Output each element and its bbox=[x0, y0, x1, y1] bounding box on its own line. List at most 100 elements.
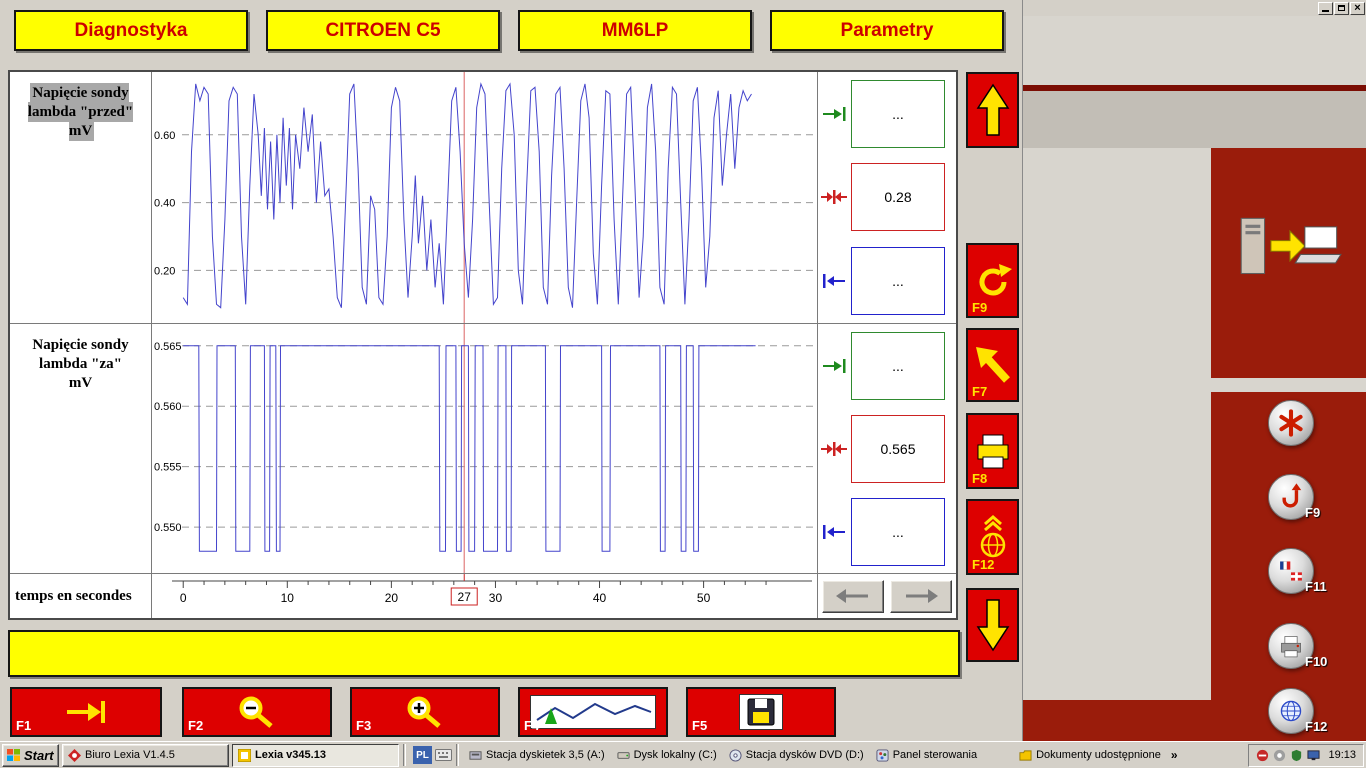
security-icon[interactable] bbox=[1256, 749, 1269, 762]
asterisk-icon bbox=[1276, 408, 1306, 438]
shield-icon[interactable] bbox=[1290, 749, 1303, 762]
zoom-in-icon bbox=[402, 695, 448, 729]
toolbar-item-shared-docs[interactable]: Dokumenty udostępnione bbox=[1013, 744, 1167, 767]
svg-text:0.60: 0.60 bbox=[154, 130, 175, 142]
graph-icon bbox=[533, 698, 653, 726]
keyboard-icon[interactable] bbox=[435, 749, 452, 761]
chart-label-przed: Napięcie sondy lambda "przed" mV bbox=[10, 72, 152, 324]
toolbar-item-disk-c[interactable]: Dysk lokalny (C:) bbox=[611, 744, 723, 767]
close-button[interactable]: × bbox=[1350, 2, 1365, 15]
header-button-parametry[interactable]: Parametry bbox=[770, 10, 1004, 51]
svg-text:0.560: 0.560 bbox=[154, 401, 182, 413]
cursor-to-start-icon bbox=[821, 273, 847, 289]
toolbar-item-control-panel[interactable]: Panel sterowania bbox=[870, 744, 983, 767]
hard-drive-icon bbox=[617, 749, 630, 762]
toolbar-overflow-button[interactable]: » bbox=[1167, 748, 1182, 762]
header-button-vehicle[interactable]: CITROEN C5 bbox=[266, 10, 500, 51]
globe-up-icon bbox=[972, 514, 1014, 560]
fkey-f2-zoom-out[interactable]: F2 bbox=[182, 687, 332, 737]
cursor-to-start-icon bbox=[821, 524, 847, 540]
system-tray: 19:13 bbox=[1248, 744, 1364, 767]
time-axis-label: temps en secondes bbox=[10, 574, 152, 618]
language-indicator[interactable]: PL bbox=[413, 746, 432, 764]
printer-icon bbox=[972, 430, 1014, 472]
chart-label-przed-text: Napięcie sondy lambda "przed" mV bbox=[28, 85, 133, 139]
oscilloscope-plot-przed[interactable]: 0.60 0.40 0.20 bbox=[152, 72, 818, 324]
lexia-app-window: Diagnostyka CITROEN C5 MM6LP Parametry N… bbox=[0, 0, 1022, 740]
message-bar bbox=[8, 630, 960, 677]
titlebar: × bbox=[1023, 0, 1366, 16]
svg-text:0.565: 0.565 bbox=[154, 341, 182, 353]
floppy-drive-icon bbox=[469, 749, 482, 762]
readout-column-za: ... 0.565 ... bbox=[818, 324, 956, 574]
svg-text:0.40: 0.40 bbox=[154, 198, 175, 210]
step-to-cursor-icon bbox=[64, 699, 108, 725]
svg-text:27: 27 bbox=[458, 590, 472, 604]
screen: Diagnostyka CITROEN C5 MM6LP Parametry N… bbox=[0, 0, 1366, 768]
refresh-icon bbox=[973, 260, 1013, 302]
svg-text:0.555: 0.555 bbox=[154, 462, 182, 474]
oscilloscope-plot-za[interactable]: 0.565 0.560 0.555 0.550 bbox=[152, 324, 818, 574]
scale-button-f7[interactable]: F7 bbox=[966, 328, 1019, 402]
arrow-upleft-icon bbox=[973, 344, 1013, 386]
toolbar-item-floppy[interactable]: Stacja dyskietek 3,5 (A:) bbox=[463, 744, 611, 767]
scroll-down-button[interactable] bbox=[966, 588, 1019, 662]
print-button-f8[interactable]: F8 bbox=[966, 413, 1019, 489]
restore-button[interactable] bbox=[1334, 2, 1349, 15]
task-button-lexia[interactable]: Lexia v345.13 bbox=[232, 744, 399, 767]
undo-icon bbox=[1276, 482, 1306, 512]
header-button-diagnostyka[interactable]: Diagnostyka bbox=[14, 10, 248, 51]
readout-cursor-za: 0.565 bbox=[851, 415, 945, 483]
fkey-f1-step[interactable]: F1 bbox=[10, 687, 162, 737]
shared-folder-icon bbox=[1019, 749, 1032, 762]
readout-end-przed: ... bbox=[851, 80, 945, 148]
dvd-drive-icon bbox=[729, 749, 742, 762]
readout-start-przed: ... bbox=[851, 247, 945, 315]
scroll-right-button[interactable] bbox=[890, 580, 952, 613]
cursor-to-end-icon bbox=[821, 358, 847, 374]
fkey-f5-save[interactable]: F5 bbox=[686, 687, 836, 737]
taskbar-divider bbox=[456, 744, 459, 766]
svg-text:0.550: 0.550 bbox=[154, 522, 182, 534]
task-button-biuro-lexia[interactable]: Biuro Lexia V1.4.5 bbox=[62, 744, 229, 767]
pc-transfer-icon[interactable] bbox=[1235, 212, 1345, 282]
display-icon[interactable] bbox=[1307, 749, 1320, 762]
fkey-f4-graph[interactable]: F4 bbox=[518, 687, 668, 737]
svg-text:0.20: 0.20 bbox=[154, 265, 175, 277]
control-panel-icon bbox=[876, 749, 889, 762]
arrow-up-icon bbox=[975, 81, 1011, 139]
minimize-button[interactable] bbox=[1318, 2, 1333, 15]
start-button[interactable]: Start bbox=[2, 744, 59, 767]
global-test-button-f12[interactable]: F12 bbox=[966, 499, 1019, 575]
arrow-down-icon bbox=[975, 596, 1011, 654]
toolbar-item-dvd[interactable]: Stacja dysków DVD (D:) bbox=[723, 744, 870, 767]
readout-column-przed: ... 0.28 ... bbox=[818, 72, 956, 324]
globe-icon bbox=[1276, 696, 1306, 726]
svg-text:50: 50 bbox=[697, 591, 711, 605]
gray-band bbox=[1023, 91, 1366, 148]
svg-text:20: 20 bbox=[385, 591, 399, 605]
readout-end-za: ... bbox=[851, 332, 945, 400]
taskbar: Start Biuro Lexia V1.4.5 Lexia v345.13 P… bbox=[0, 741, 1366, 768]
svg-text:0: 0 bbox=[180, 591, 187, 605]
abort-button[interactable] bbox=[1268, 400, 1314, 446]
svg-text:30: 30 bbox=[489, 591, 503, 605]
readout-start-za: ... bbox=[851, 498, 945, 566]
svg-text:10: 10 bbox=[281, 591, 295, 605]
fkey-f3-zoom-in[interactable]: F3 bbox=[350, 687, 500, 737]
cursor-position-icon bbox=[821, 441, 847, 457]
app-icon bbox=[68, 749, 81, 762]
flags-icon bbox=[1275, 556, 1307, 586]
refresh-button-f9[interactable]: F9 bbox=[966, 243, 1019, 318]
chart-label-za-text: Napięcie sondy lambda "za" mV bbox=[32, 337, 128, 391]
taskbar-divider bbox=[403, 744, 406, 766]
scroll-up-button[interactable] bbox=[966, 72, 1019, 148]
svg-text:40: 40 bbox=[593, 591, 607, 605]
time-axis[interactable]: 0 10 20 30 40 50 27 bbox=[152, 574, 818, 618]
scroll-left-button[interactable] bbox=[822, 580, 884, 613]
header-button-ecu[interactable]: MM6LP bbox=[518, 10, 752, 51]
cursor-to-end-icon bbox=[821, 106, 847, 122]
app-icon bbox=[238, 749, 251, 762]
left-arrow-icon bbox=[836, 589, 870, 603]
agent-icon[interactable] bbox=[1273, 749, 1286, 762]
